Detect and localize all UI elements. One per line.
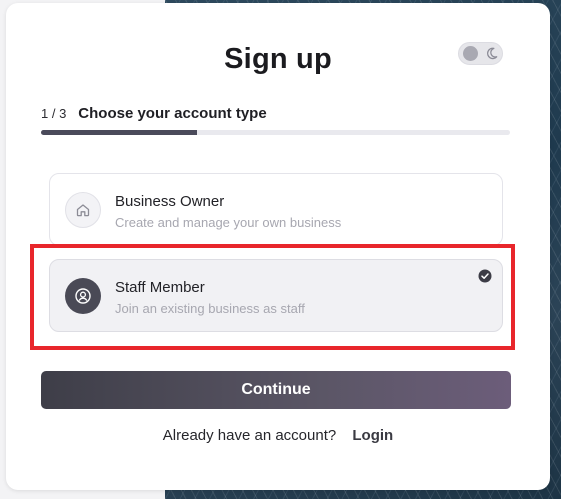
login-prompt: Already have an account? Login (6, 427, 550, 444)
progress-bar (41, 130, 510, 135)
home-icon (65, 192, 101, 228)
user-circle-icon (65, 278, 101, 314)
step-indicator: 1 / 3 Choose your account type (41, 103, 267, 123)
option-business-owner[interactable]: Business Owner Create and manage your ow… (49, 173, 503, 246)
moon-icon (486, 47, 498, 60)
option-staff-member[interactable]: Staff Member Join an existing business a… (49, 259, 503, 332)
option-title: Staff Member (115, 279, 205, 296)
option-description: Join an existing business as staff (115, 301, 305, 316)
signup-card: Sign up 1 / 3 Choose your account type B… (6, 3, 550, 490)
progress-fill (41, 130, 198, 135)
option-title: Business Owner (115, 193, 225, 210)
check-circle-icon (478, 269, 492, 283)
theme-toggle[interactable] (458, 42, 503, 65)
continue-button[interactable]: Continue (41, 371, 511, 409)
login-link[interactable]: Login (352, 427, 393, 444)
circle-icon (463, 46, 478, 61)
option-description: Create and manage your own business (115, 215, 342, 230)
step-title: Choose your account type (78, 104, 267, 122)
step-count: 1 / 3 (41, 105, 67, 121)
login-prompt-text: Already have an account? (162, 427, 337, 444)
